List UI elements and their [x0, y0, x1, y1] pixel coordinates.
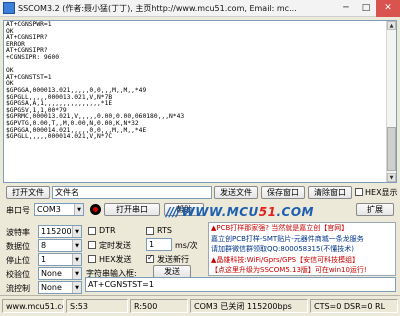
terminal-output: AT+CGNSPWR=1 OK AT+CGNSIPR? ERROR AT+CGNSIPR… [4, 21, 396, 142]
expand-button[interactable]: 扩展 [356, 203, 394, 216]
scroll-down-arrow-icon[interactable]: ▼ [387, 173, 396, 182]
rts-label: RTS [157, 226, 172, 235]
status-line-signals: CTS=0 DSR=0 RL [310, 299, 398, 313]
terminal-line: OK [6, 27, 14, 35]
mcu51-logo: ////WWW.MCU 51 .COM [166, 205, 314, 219]
status-sent-count: S:53 [66, 299, 128, 313]
scrollbar-thumb[interactable] [387, 127, 396, 171]
ad-line[interactable]: 嘉立创PCB打样-SMT贴片-元器件商城一条龙服务 [209, 234, 395, 245]
data-bits-select[interactable]: 8 ▼ [38, 239, 82, 252]
ad-line[interactable]: 【点这里升级为SSCOM5.13版】可在win10运行! [209, 265, 395, 275]
terminal-line: AT+CGNSIPR? [6, 47, 48, 55]
ad-line[interactable]: 请加群微信群领取QQ:800058315(不懂技术) [209, 244, 395, 255]
port-value: COM3 [37, 205, 61, 214]
flow-control-label: 流控制 [6, 284, 30, 293]
title-bar: SSCOM3.2 (作者:聂小猛(丁丁), 主页http://www.mcu51… [0, 0, 400, 17]
receive-area[interactable]: AT+CGNSPWR=1 OK AT+CGNSIPR? ERROR AT+CGNSIPR… [3, 20, 397, 183]
hex-send-checkbox[interactable] [88, 255, 96, 263]
send-newline-label: 发送新行 [157, 255, 189, 264]
baud-label: 波特率 [6, 228, 30, 237]
timed-send-label: 定时发送 [99, 241, 131, 250]
terminal-line: AT+CGNSPWR=1 [6, 21, 52, 28]
hex-send-label: HEX发送 [99, 255, 132, 264]
scroll-up-arrow-icon[interactable]: ▲ [387, 21, 396, 30]
minimize-button[interactable]: ─ [336, 0, 356, 17]
status-website[interactable]: www.mcu51.cor [2, 299, 64, 313]
save-window-button[interactable]: 保存窗口 [261, 186, 305, 199]
terminal-line: AT+CGNSIPR? [6, 34, 48, 42]
chevron-down-icon: ▼ [72, 254, 81, 265]
stop-bits-select[interactable]: 1 ▼ [38, 253, 82, 266]
stop-bits-label: 停止位 [6, 256, 30, 265]
flow-control-select[interactable]: None ▼ [38, 281, 82, 294]
window-title: SSCOM3.2 (作者:聂小猛(丁丁), 主页http://www.mcu51… [18, 3, 297, 13]
hex-display-label: HEX显示 [365, 188, 398, 197]
baud-select[interactable]: 115200 ▼ [38, 225, 82, 238]
clear-window-button[interactable]: 清除窗口 [308, 186, 352, 199]
status-port-state: COM3 已关闭 115200bps [190, 299, 308, 313]
chevron-down-icon: ▼ [72, 268, 81, 279]
data-bits-label: 数据位 [6, 242, 30, 251]
port-label: 串口号 [6, 206, 30, 215]
interval-input[interactable]: 1 [146, 238, 172, 251]
chevron-down-icon: ▼ [74, 204, 83, 215]
rts-checkbox[interactable] [146, 227, 154, 235]
status-bar: www.mcu51.cor S:53 R:500 COM3 已关闭 115200… [0, 295, 400, 316]
hex-display-checkbox[interactable] [355, 188, 363, 196]
parity-label: 校验位 [6, 270, 30, 279]
dtr-checkbox[interactable] [88, 227, 96, 235]
close-button[interactable]: ✕ [376, 0, 400, 17]
ad-line[interactable]: ▲PCB打样那家强? 当然就是嘉立创【官网】 [209, 223, 395, 234]
send-newline-checkbox[interactable] [146, 253, 154, 263]
terminal-line: OK [6, 67, 14, 75]
app-icon [3, 2, 15, 14]
port-select[interactable]: COM3 ▼ [34, 203, 84, 216]
interval-unit-label: ms/次 [175, 241, 198, 250]
window-controls: ─ □ ✕ [336, 0, 400, 17]
status-received-count: R:500 [130, 299, 188, 313]
port-status-indicator-icon [90, 204, 101, 215]
parity-select[interactable]: None ▼ [38, 267, 82, 280]
ad-line[interactable]: ▲晶雄科技:WiFi/Gprs/GPS【安信可科技模组】 [209, 255, 395, 266]
terminal-line: +CGNSIPR: 9600 [6, 53, 60, 61]
ad-panel[interactable]: ▲PCB打样那家强? 当然就是嘉立创【官网】 嘉立创PCB打样-SMT贴片-元器… [208, 222, 396, 276]
chevron-down-icon: ▼ [72, 226, 81, 237]
send-input[interactable]: AT+CGNSTST=1 [85, 277, 396, 292]
chevron-down-icon: ▼ [72, 240, 81, 251]
open-port-button[interactable]: 打开串口 [104, 203, 160, 216]
terminal-line: AT+CGNSTST=1 [6, 73, 52, 81]
dtr-label: DTR [99, 226, 116, 235]
chevron-down-icon: ▼ [72, 282, 81, 293]
terminal-line: $GPGLL,,,,,000014.021,V,N*7C [6, 133, 113, 141]
file-name-field[interactable]: 文件名 [52, 186, 212, 199]
open-file-button[interactable]: 打开文件 [6, 186, 50, 199]
vertical-scrollbar[interactable]: ▲ ▼ [386, 21, 396, 182]
send-file-button[interactable]: 发送文件 [214, 186, 258, 199]
timed-send-checkbox[interactable] [88, 241, 96, 249]
maximize-button[interactable]: □ [356, 0, 376, 17]
terminal-line: ERROR [6, 40, 25, 48]
